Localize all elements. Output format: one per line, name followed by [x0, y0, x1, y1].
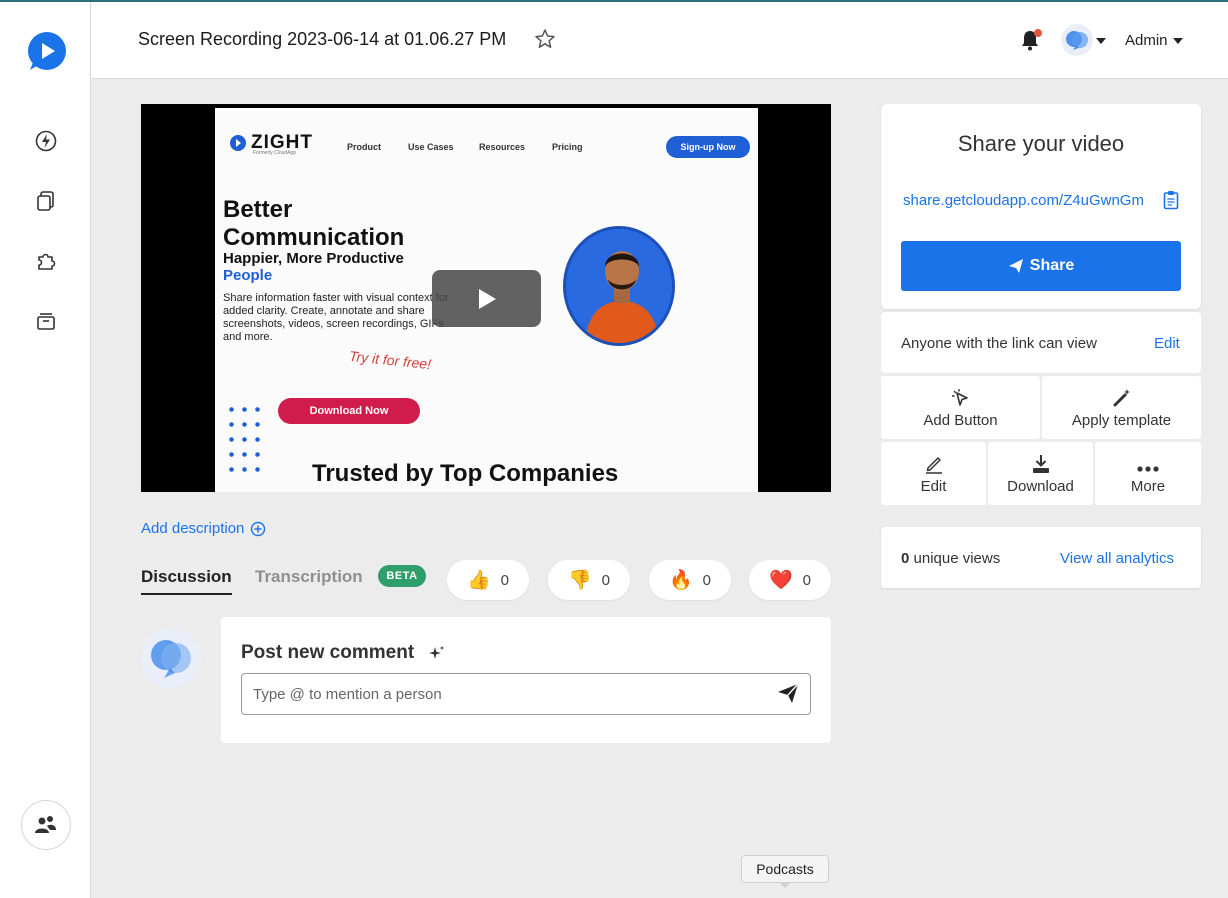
avatar-chevron-down-icon[interactable]	[1096, 38, 1106, 44]
fire-icon: 🔥	[668, 570, 693, 591]
pen-icon	[925, 457, 942, 474]
tab-discussion[interactable]: Discussion	[141, 567, 232, 595]
tooltip: Podcasts	[741, 855, 829, 883]
preview-headline: Better	[223, 196, 293, 223]
tooltip-arrow	[779, 882, 791, 888]
unique-views: 0 unique views	[901, 550, 1000, 567]
views-card: 0 unique views View all analytics	[881, 527, 1201, 588]
preview-trusted-heading: Trusted by Top Companies	[312, 460, 619, 487]
add-description-label: Add description	[141, 520, 245, 537]
preview-portrait	[563, 226, 675, 346]
page-title[interactable]: Screen Recording 2023-06-14 at 01.06.27 …	[138, 29, 506, 50]
sparkle-icon[interactable]	[429, 645, 445, 661]
share-link[interactable]: share.getcloudapp.com/Z4uGwnGm	[903, 192, 1144, 209]
edit-label: Edit	[920, 478, 947, 495]
comment-input[interactable]	[241, 673, 811, 715]
share-card: Share your video share.getcloudapp.com/Z…	[881, 104, 1201, 309]
comment-title: Post new comment	[241, 642, 415, 663]
user-menu-label[interactable]: Admin	[1125, 32, 1168, 49]
reaction-count: 0	[500, 571, 509, 589]
lightning-icon[interactable]	[33, 128, 59, 154]
preview-nav-item: Use Cases	[408, 142, 454, 152]
reaction-thumbs-down-button[interactable]: 👎 0	[548, 560, 630, 600]
star-icon[interactable]	[534, 28, 556, 50]
permission-card: Anyone with the link can view Edit	[881, 312, 1201, 373]
views-count: 0	[901, 550, 910, 567]
apply-template-action[interactable]: Apply template	[1042, 376, 1201, 439]
preview-try-free: Try it for free!	[348, 347, 432, 373]
notification-dot	[1034, 29, 1042, 37]
reaction-count: 0	[802, 571, 811, 589]
more-action[interactable]: More	[1095, 442, 1201, 505]
reaction-count: 0	[702, 571, 711, 589]
download-label: Download	[1007, 478, 1074, 495]
magic-wand-icon	[1113, 389, 1130, 407]
play-button[interactable]	[432, 270, 541, 327]
top-bar: Screen Recording 2023-06-14 at 01.06.27 …	[91, 2, 1228, 79]
avatar[interactable]	[1061, 24, 1093, 56]
apply-template-label: Apply template	[1071, 412, 1172, 429]
preview-dot-pattern	[225, 402, 265, 472]
preview-download-button: Download Now	[278, 398, 420, 424]
reaction-thumbs-up-button[interactable]: 👍 0	[447, 560, 529, 600]
edit-action[interactable]: Edit	[881, 442, 986, 505]
heart-icon: ❤️	[768, 570, 793, 591]
download-icon	[1032, 455, 1049, 473]
play-icon	[478, 288, 496, 309]
preview-logo-subtitle: Formerly CloudApp	[253, 150, 297, 156]
preview-nav-item: Pricing	[552, 142, 583, 152]
cursor-click-icon	[951, 389, 968, 406]
thumbs-up-icon: 👍	[466, 570, 491, 591]
commenter-avatar	[141, 628, 201, 688]
reaction-fire-button[interactable]: 🔥 0	[649, 560, 731, 600]
paper-plane-icon	[1008, 259, 1023, 273]
reaction-heart-button[interactable]: ❤️ 0	[749, 560, 831, 600]
reaction-count: 0	[601, 571, 610, 589]
archive-icon[interactable]	[33, 308, 59, 334]
beta-badge: BETA	[378, 565, 426, 587]
preview-signup-button: Sign-up Now	[666, 136, 750, 158]
more-label: More	[1130, 478, 1166, 495]
views-label: unique views	[913, 550, 1001, 567]
view-all-analytics-link[interactable]: View all analytics	[1060, 550, 1174, 567]
user-menu-chevron-down-icon[interactable]	[1173, 38, 1183, 44]
share-button-label: Share	[1029, 257, 1075, 274]
add-button-action[interactable]: Add Button	[881, 376, 1040, 439]
zight-logo-icon[interactable]	[24, 30, 68, 74]
video-player[interactable]: ZIGHT Formerly CloudApp Product Use Case…	[141, 104, 831, 492]
add-button-label: Add Button	[923, 412, 998, 429]
puzzle-icon[interactable]	[33, 248, 59, 274]
thumbs-down-icon: 👎	[567, 570, 592, 591]
team-icon[interactable]	[21, 800, 71, 850]
preview-subheadline: Happier, More Productive	[223, 250, 404, 267]
permission-edit-link[interactable]: Edit	[1154, 335, 1180, 352]
send-icon[interactable]	[776, 681, 800, 705]
download-action[interactable]: Download	[988, 442, 1093, 505]
preview-nav-item: Resources	[479, 142, 526, 152]
preview-nav-item: Product	[347, 142, 382, 152]
permission-text: Anyone with the link can view	[901, 335, 1097, 352]
share-title: Share your video	[957, 131, 1125, 156]
preview-headline: Communication	[223, 224, 405, 251]
add-description-link[interactable]: Add description	[141, 520, 266, 537]
clipboard-icon[interactable]	[1163, 190, 1179, 210]
plus-circle-icon	[251, 521, 266, 536]
preview-subheadline: People	[223, 267, 273, 284]
tab-transcription[interactable]: Transcription	[255, 567, 363, 587]
left-sidebar	[0, 2, 91, 898]
comment-card: Post new comment	[221, 617, 831, 743]
copy-icon[interactable]	[33, 188, 59, 214]
share-button[interactable]: Share	[901, 241, 1181, 291]
preview-body-text: Share information faster with visual con…	[223, 292, 449, 343]
more-dots-icon	[1137, 466, 1159, 472]
